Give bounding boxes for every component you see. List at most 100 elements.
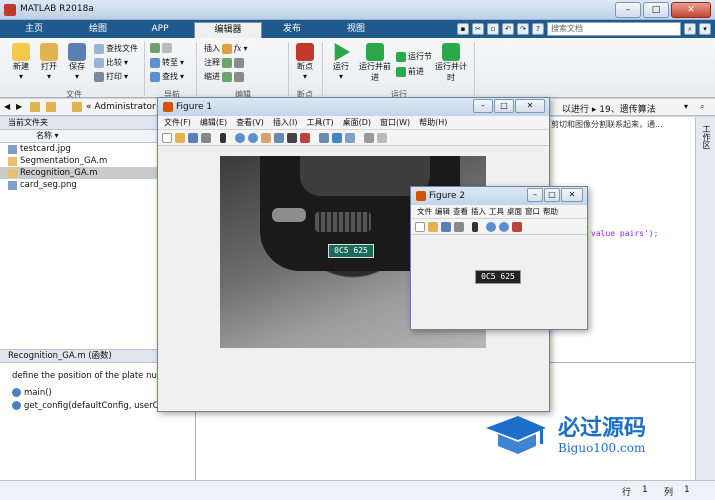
tab-plots[interactable]: 绘图 [68, 22, 128, 38]
cut-icon[interactable]: ✂ [472, 23, 484, 35]
brush-icon[interactable] [300, 132, 310, 143]
browse-folder-icon[interactable] [46, 102, 56, 112]
insert-button[interactable]: 插入 fx ▾ [204, 43, 248, 54]
colorbar-icon[interactable] [332, 132, 342, 143]
fx-button[interactable]: fx [234, 44, 241, 53]
minimize-button[interactable]: – [615, 2, 641, 18]
figure-2-titlebar[interactable]: Figure 2 – □ ✕ [411, 187, 587, 205]
menu-help[interactable]: 帮助 [543, 206, 558, 217]
tab-apps[interactable]: APP [130, 22, 190, 38]
indent-button[interactable]: 缩进 [204, 71, 244, 82]
menu-file[interactable]: 文件(F) [164, 117, 191, 128]
menu-desktop[interactable]: 桌面 [507, 206, 522, 217]
pan-icon[interactable] [261, 132, 271, 143]
figure-2-close-button[interactable]: ✕ [561, 188, 583, 202]
tab-view[interactable]: 视图 [326, 22, 386, 38]
current-path-tail[interactable]: 以进行 ▸ 19、遗传算法 [562, 102, 656, 115]
print-icon[interactable] [201, 132, 211, 143]
ribbon-options-icon[interactable]: ▾ [699, 23, 711, 35]
legend-icon[interactable] [345, 132, 355, 143]
open-icon[interactable] [428, 221, 438, 232]
figure-1-close-button[interactable]: ✕ [515, 99, 545, 113]
up-folder-icon[interactable] [30, 102, 40, 112]
hide-plot-tools-icon[interactable] [364, 132, 374, 143]
tab-editor[interactable]: 编辑器 [194, 22, 262, 38]
help-icon[interactable]: ? [532, 23, 544, 35]
menu-file[interactable]: 文件 [417, 206, 432, 217]
save-button[interactable]: 保存 ▾ [64, 43, 90, 81]
data-cursor-icon[interactable] [287, 132, 297, 143]
image-file-icon [8, 145, 17, 154]
advance-button[interactable]: 前进 [396, 66, 424, 77]
new-button[interactable]: 新建 ▾ [8, 43, 34, 81]
tab-publish[interactable]: 发布 [262, 22, 322, 38]
run-section-icon [396, 51, 406, 62]
print-button[interactable]: 打印 ▾ [94, 71, 128, 82]
menu-help[interactable]: 帮助(H) [419, 117, 447, 128]
run-button[interactable]: 运行 ▾ [328, 43, 354, 81]
new-figure-icon[interactable] [415, 221, 425, 232]
show-plot-tools-icon[interactable] [377, 132, 387, 143]
search-icon[interactable]: ⌕ [684, 23, 696, 35]
menu-edit[interactable]: 编辑 [435, 206, 450, 217]
goto-button[interactable]: 转至 ▾ [150, 57, 184, 68]
back-arrow-icon[interactable]: ◀ [4, 102, 10, 111]
link-icon[interactable] [319, 132, 329, 143]
save-icon[interactable]: ▪ [457, 23, 469, 35]
editor-toolstrip: 新建 ▾ 打开 ▾ 保存 ▾ 查找文件 比较 ▾ 打印 ▾ 文件 转至 ▾ 查找 ▾ 导航 插… [0, 38, 715, 99]
figure-2-window[interactable]: Figure 2 – □ ✕ 文件 编辑 查看 插入 工具 桌面 窗口 帮助 0… [410, 186, 588, 330]
path-search-icon[interactable]: ⌕ [700, 102, 704, 112]
pointer-icon[interactable] [472, 221, 478, 232]
open-icon[interactable] [175, 132, 185, 143]
menu-tools[interactable]: 工具(T) [306, 117, 333, 128]
menu-desktop[interactable]: 桌面(D) [343, 117, 371, 128]
copy-icon[interactable]: ▫ [487, 23, 499, 35]
new-figure-icon[interactable] [162, 132, 172, 143]
figure-2-maximize-button[interactable]: □ [544, 188, 560, 202]
menu-edit[interactable]: 编辑(E) [200, 117, 227, 128]
zoom-in-icon[interactable] [235, 132, 245, 143]
figure-1-maximize-button[interactable]: □ [494, 99, 514, 113]
open-button[interactable]: 打开 ▾ [36, 43, 62, 81]
save-icon[interactable] [188, 132, 198, 143]
menu-view[interactable]: 查看 [453, 206, 468, 217]
run-time-button[interactable]: 运行并计时 [434, 43, 468, 83]
menu-tools[interactable]: 工具 [489, 206, 504, 217]
run-advance-button[interactable]: 运行并前进 [358, 43, 392, 83]
menu-window[interactable]: 窗口(W) [380, 117, 410, 128]
figure-1-titlebar[interactable]: Figure 1 – □ ✕ [158, 98, 549, 116]
find-files-button[interactable]: 查找文件 [94, 43, 138, 54]
pointer-icon[interactable] [220, 132, 226, 143]
redo-icon[interactable]: ↷ [517, 23, 529, 35]
menu-insert[interactable]: 插入 [471, 206, 486, 217]
comment-button[interactable]: 注释 [204, 57, 244, 68]
zoom-out-icon[interactable] [248, 132, 258, 143]
breakpoint-button[interactable]: 断点 ▾ [292, 43, 318, 81]
search-input[interactable]: 搜索文档 [547, 22, 681, 36]
menu-view[interactable]: 查看(V) [236, 117, 264, 128]
run-section-button[interactable]: 运行节 [396, 51, 432, 62]
zoom-out-icon[interactable] [499, 221, 509, 232]
menu-insert[interactable]: 插入(I) [273, 117, 298, 128]
compare-button[interactable]: 比较 ▾ [94, 57, 128, 68]
zoom-in-icon[interactable] [486, 221, 496, 232]
current-path[interactable]: « Administrator ▸ [86, 102, 163, 112]
undo-icon[interactable]: ↶ [502, 23, 514, 35]
figure-1-minimize-button[interactable]: – [473, 99, 493, 113]
tab-home[interactable]: 主页 [4, 22, 64, 38]
rotate-icon[interactable] [274, 132, 284, 143]
figure-2-minimize-button[interactable]: – [527, 188, 543, 202]
function-item[interactable]: main() [12, 388, 52, 398]
menu-window[interactable]: 窗口 [525, 206, 540, 217]
forward-arrow-icon[interactable]: ▶ [16, 102, 22, 111]
nav-back-button[interactable] [150, 43, 172, 53]
goto-icon [150, 57, 160, 68]
function-item[interactable]: get_config(defaultConfig, userCo [12, 401, 164, 411]
save-icon[interactable] [441, 221, 451, 232]
path-dropdown-icon[interactable]: ▾ [684, 102, 688, 111]
close-button[interactable]: ✕ [671, 2, 711, 18]
print-icon[interactable] [454, 221, 464, 232]
maximize-button[interactable]: □ [643, 2, 669, 18]
brush-icon[interactable] [512, 221, 522, 232]
find-button[interactable]: 查找 ▾ [150, 71, 184, 82]
